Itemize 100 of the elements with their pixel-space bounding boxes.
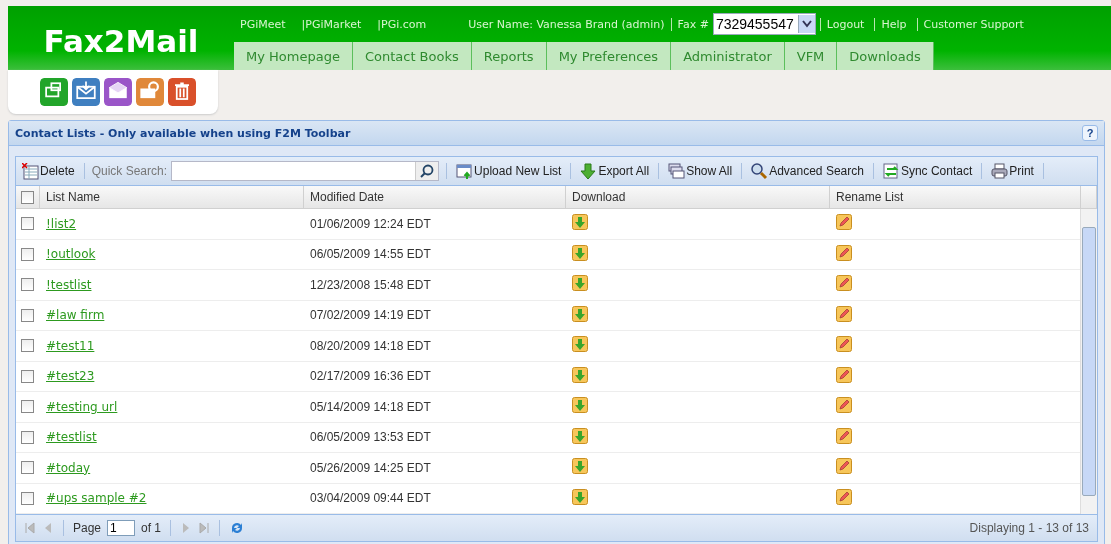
header-link[interactable]: Customer Support: [916, 17, 1030, 31]
sync-button[interactable]: Sync Contact: [880, 160, 975, 182]
help-button[interactable]: ?: [1082, 125, 1098, 141]
inbox-icon[interactable]: [72, 78, 100, 106]
download-icon[interactable]: [572, 336, 588, 353]
fax-number-dropdown[interactable]: 7329455547: [712, 13, 816, 35]
pencil-icon[interactable]: [836, 488, 852, 505]
column-header[interactable]: Download: [566, 186, 830, 208]
delete-button[interactable]: Delete: [20, 160, 77, 182]
header-link[interactable]: |PGi.com: [377, 17, 427, 31]
download-icon[interactable]: [572, 488, 588, 505]
windows-icon: [668, 162, 686, 180]
header-link[interactable]: Logout: [819, 17, 871, 31]
list-name-link[interactable]: #test11: [46, 338, 95, 353]
nav-tab[interactable]: Reports: [471, 42, 547, 70]
print-icon: [991, 162, 1009, 180]
nav-tab[interactable]: Contact Books: [352, 42, 472, 70]
checkbox[interactable]: [21, 190, 34, 204]
quick-search-label: Quick Search:: [91, 164, 168, 178]
paging-summary: Displaying 1 - 13 of 13: [969, 521, 1089, 535]
user-name: User Name: Vanessa Brand (admin): [468, 17, 672, 31]
header-link[interactable]: PGiMeet: [240, 17, 286, 31]
chevron-down-icon: [801, 20, 812, 28]
pencil-icon[interactable]: [836, 427, 852, 444]
nav-tab[interactable]: My Homepage: [234, 42, 353, 70]
show-button[interactable]: Show All: [666, 160, 735, 182]
trash-icon[interactable]: [168, 78, 196, 106]
checkbox[interactable]: [21, 491, 34, 505]
first-page-icon: [24, 522, 36, 534]
table-cell-text: 06/05/2009 13:53 EDT: [309, 430, 432, 445]
nav-tab[interactable]: Administrator: [671, 42, 785, 70]
nav-tab[interactable]: VFM: [784, 42, 838, 70]
table-cell-text: 08/20/2009 14:18 EDT: [309, 338, 432, 353]
column-header[interactable]: List Name: [40, 186, 304, 208]
page-label: Page: [73, 521, 102, 535]
checkbox[interactable]: [21, 461, 34, 475]
fax-label: Fax #: [677, 17, 709, 31]
search-button[interactable]: Advanced Search: [749, 160, 866, 182]
table-cell-text: 06/05/2009 14:55 EDT: [309, 247, 432, 262]
list-name-link[interactable]: #ups sample #2: [46, 491, 147, 506]
list-name-link[interactable]: !testlist: [46, 277, 92, 292]
table-cell-text: 05/26/2009 14:25 EDT: [309, 460, 432, 475]
header-link[interactable]: Help: [874, 17, 913, 31]
download-icon[interactable]: [572, 305, 588, 322]
list-name-link[interactable]: #law firm: [46, 308, 105, 323]
checkbox[interactable]: [21, 308, 34, 322]
page-number-field[interactable]: 1: [107, 520, 136, 536]
checkbox[interactable]: [21, 217, 34, 231]
download-icon[interactable]: [572, 244, 588, 261]
logo: Fax2Mail: [42, 22, 200, 61]
checkbox[interactable]: [21, 247, 34, 261]
search-icon: [420, 164, 435, 178]
download-icon[interactable]: [572, 275, 588, 292]
envelope-icon[interactable]: [104, 78, 132, 106]
nav-tab[interactable]: Downloads: [837, 42, 934, 70]
page-count: of 1: [141, 521, 162, 535]
download-icon[interactable]: [572, 397, 588, 414]
pencil-icon[interactable]: [836, 214, 852, 231]
download-icon[interactable]: [572, 427, 588, 444]
last-page-icon: [198, 522, 211, 534]
nav-tab[interactable]: My Preferences: [546, 42, 672, 70]
list-name-link[interactable]: #testlist: [46, 430, 97, 445]
table-cell-text: 03/04/2009 09:44 EDT: [309, 491, 432, 506]
checkbox[interactable]: [21, 400, 34, 414]
print-button[interactable]: Print: [989, 160, 1036, 182]
pencil-icon[interactable]: [836, 366, 852, 383]
table-cell-text: 12/23/2008 15:48 EDT: [309, 277, 432, 292]
panel-title: Contact Lists - Only available when using F2M Toolbar: [15, 126, 351, 140]
down-arrow-icon: [580, 162, 598, 180]
pencil-icon[interactable]: [836, 458, 852, 475]
checkbox[interactable]: [21, 430, 34, 444]
export-button[interactable]: Export All: [578, 160, 652, 182]
list-name-link[interactable]: !list2: [46, 216, 77, 231]
column-header[interactable]: Rename List: [830, 186, 1081, 208]
table-cell-text: 07/02/2009 14:19 EDT: [309, 308, 432, 323]
list-name-link[interactable]: #today: [46, 460, 91, 475]
list-name-link[interactable]: #testing url: [46, 399, 118, 414]
checkbox[interactable]: [21, 339, 34, 353]
search-icon: [751, 162, 769, 180]
download-icon[interactable]: [572, 458, 588, 475]
download-icon[interactable]: [572, 366, 588, 383]
upload-button[interactable]: Upload New List: [454, 160, 564, 182]
download-icon[interactable]: [572, 214, 588, 231]
list-name-link[interactable]: !outlook: [46, 247, 96, 262]
pencil-icon[interactable]: [836, 397, 852, 414]
list-name-link[interactable]: #test23: [46, 369, 95, 384]
pencil-icon[interactable]: [836, 275, 852, 292]
checkbox[interactable]: [21, 369, 34, 383]
sync-icon: [882, 162, 900, 180]
table-cell-text: 01/06/2009 12:24 EDT: [309, 216, 432, 231]
pencil-icon[interactable]: [836, 336, 852, 353]
delete-list-icon: [22, 162, 39, 180]
pencil-icon[interactable]: [836, 305, 852, 322]
pencil-icon[interactable]: [836, 244, 852, 261]
scrollbar-thumb[interactable]: [1082, 227, 1096, 496]
checkbox[interactable]: [21, 278, 34, 292]
table-cell-text: 05/14/2009 14:18 EDT: [309, 399, 432, 414]
column-header[interactable]: Modified Date: [304, 186, 566, 208]
quick-search-field[interactable]: [171, 161, 440, 181]
header-link[interactable]: |PGiMarket: [301, 17, 362, 31]
